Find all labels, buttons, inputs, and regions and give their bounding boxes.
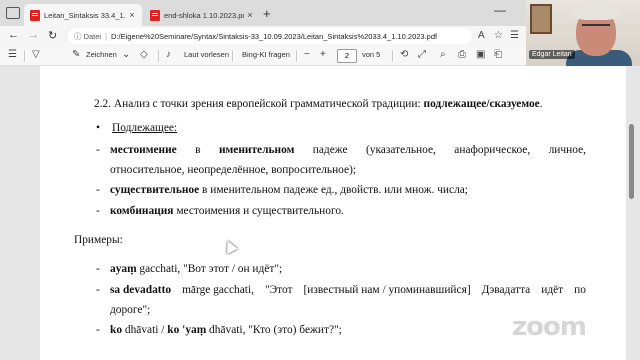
person-hair (574, 4, 618, 20)
bing-ai-button[interactable]: Bing-KI fragen (242, 50, 290, 59)
pdf-icon (30, 9, 40, 21)
save-as-icon[interactable]: ⎗ (494, 49, 502, 60)
draw-button[interactable]: Zeichnen (86, 50, 117, 59)
minus-icon[interactable]: − (304, 49, 310, 60)
save-icon[interactable]: ▣ (476, 49, 485, 60)
subject-label: Подлежащее: (112, 122, 178, 134)
divider (24, 50, 25, 62)
pdf-icon (150, 9, 160, 21)
example-item: ayaṃ gacchati, "Вот этот / он идёт"; (110, 263, 283, 275)
page-number-input[interactable]: 2 (337, 49, 357, 63)
list-item: существительное в именительном падеже ед… (110, 184, 468, 196)
pdf-toolbar: ☰ ▽ ✎ Zeichnen ⌄ ◇ ♪ Laut vorlesen Bing-… (0, 46, 526, 66)
contents-icon[interactable]: ☰ (8, 49, 17, 60)
zoom-watermark: zoom (512, 312, 587, 342)
new-tab-button[interactable]: + (263, 6, 271, 21)
dash: - (96, 324, 100, 336)
tab-title: end-shloka 1.10.2023.pdf (164, 10, 244, 20)
speaker-icon[interactable]: ♪ (166, 49, 171, 60)
eraser-icon[interactable]: ◇ (140, 49, 148, 60)
address-bar-row: ← → ↻ ⓘ Datei | D:/Eigene%20Seminare/Syn… (0, 26, 526, 46)
tab-bar: Leitan_Sintaksis 33.4_1.10.2023.p × end-… (0, 0, 526, 26)
read-aloud-icon[interactable]: A (478, 30, 485, 41)
divider (392, 50, 393, 62)
section-heading: 2.2. Анализ с точки зрения европейской г… (94, 98, 543, 110)
picture-frame (530, 4, 552, 34)
site-info[interactable]: ⓘ Datei (74, 31, 101, 42)
divider (232, 50, 233, 62)
divider (296, 50, 297, 62)
highlight-icon[interactable]: ▽ (32, 49, 40, 60)
divider: | (105, 31, 108, 41)
participant-video: Edgar Leitan (526, 0, 640, 66)
forward-button[interactable]: → (28, 29, 39, 41)
reload-button[interactable]: ↻ (48, 29, 57, 42)
close-tab-icon[interactable]: × (126, 10, 138, 20)
person-glasses (582, 24, 610, 30)
workspaces-icon[interactable] (6, 7, 20, 19)
read-aloud-button[interactable]: Laut vorlesen (184, 50, 229, 59)
plus-icon[interactable]: + (320, 49, 326, 60)
bullet: • (96, 122, 100, 134)
list-item: комбинация местоимения и существительног… (110, 205, 344, 217)
example-continuation: дороге"; (110, 304, 151, 316)
draw-icon[interactable]: ✎ (72, 49, 80, 60)
page-total: von 5 (362, 50, 381, 59)
example-item: sa devadatto mārge gacchati, "Этот [изве… (110, 284, 586, 296)
dash: - (96, 184, 100, 196)
search-icon[interactable]: ⌕ (440, 49, 446, 60)
list-item: местоимение в именительном падеже (указа… (110, 144, 586, 156)
favorites-icon[interactable]: ☰ (510, 30, 519, 41)
rotate-icon[interactable]: ⟲ (400, 49, 408, 60)
tab-title: Leitan_Sintaksis 33.4_1.10.2023.p (44, 10, 126, 20)
dash: - (96, 205, 100, 217)
divider (158, 50, 159, 62)
scrollbar-thumb[interactable] (629, 124, 634, 199)
back-button[interactable]: ← (8, 29, 19, 41)
tab-end-shloka[interactable]: end-shloka 1.10.2023.pdf × (144, 4, 260, 26)
tab-leitan-sintaksis[interactable]: Leitan_Sintaksis 33.4_1.10.2023.p × (24, 4, 142, 26)
close-tab-icon[interactable]: × (244, 10, 256, 20)
example-item: ko dhāvati / ko 'yaṃ dhāvati, "Кто (это)… (110, 324, 342, 336)
participant-name: Edgar Leitan (529, 50, 575, 59)
fit-page-icon[interactable]: ⤢ (418, 49, 426, 60)
dash: - (96, 144, 100, 156)
list-item-continuation: относительное, неопределённое, вопросите… (110, 164, 357, 176)
url-field[interactable]: ⓘ Datei | D:/Eigene%20Seminare/Syntax/Si… (68, 28, 472, 44)
dash: - (96, 263, 100, 275)
minimize-button[interactable]: — (494, 3, 506, 17)
url-text: D:/Eigene%20Seminare/Syntax/Sintaksis-33… (111, 31, 438, 41)
examples-label: Примеры: (74, 234, 123, 246)
chevron-down-icon[interactable]: ⌄ (122, 49, 130, 60)
print-icon[interactable]: ⎙ (458, 49, 466, 60)
dash: - (96, 284, 100, 296)
favorite-star-icon[interactable]: ☆ (494, 30, 503, 41)
